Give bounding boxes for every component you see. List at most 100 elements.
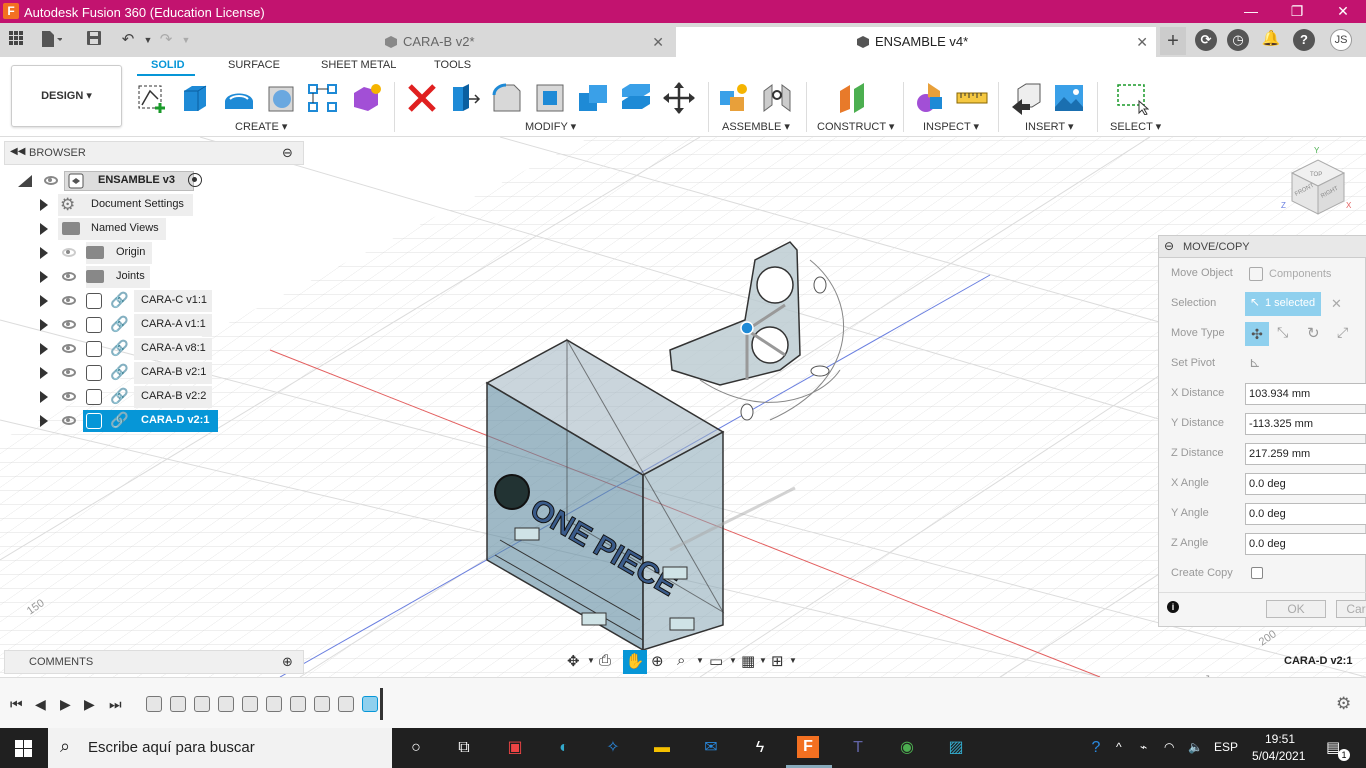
timeline-feature-active[interactable] (362, 696, 378, 712)
browser-root[interactable]: ENSAMBLE v3 (18, 170, 218, 192)
insert-derive-icon[interactable] (1010, 81, 1044, 115)
joint-icon[interactable] (760, 81, 794, 115)
orbit-icon[interactable]: ✥ (567, 652, 580, 670)
workspace-switcher-button[interactable]: DESIGN ▾ (11, 65, 122, 127)
clock-date[interactable]: 5/04/2021 (1252, 749, 1305, 763)
set-pivot-icon[interactable]: ⊾ (1249, 354, 1261, 371)
redo-icon[interactable]: ↷ (156, 30, 176, 50)
minimize-button[interactable]: — (1228, 0, 1274, 23)
language-indicator[interactable]: ESP (1214, 740, 1238, 754)
visibility-eye-icon[interactable] (62, 344, 76, 353)
browser-item-cara-c-v1-1[interactable]: 🔗 CARA-C v1:1 (40, 290, 220, 312)
select-menu[interactable]: SELECT ▾ (1110, 120, 1161, 133)
grid-dropdown-icon[interactable]: ▼ (759, 656, 767, 665)
edge-icon[interactable]: ◐ (552, 736, 576, 760)
redo-dropdown-icon[interactable]: ▼ (176, 30, 196, 50)
task-view-icon[interactable]: ⧉ (452, 736, 476, 760)
insert-canvas-icon[interactable] (1052, 81, 1086, 115)
visibility-eye-icon[interactable] (44, 176, 58, 185)
browser-item-joints[interactable]: Joints (40, 266, 200, 288)
step-forward-icon[interactable]: ▶ (84, 696, 95, 713)
fit-dropdown-icon[interactable]: ▼ (696, 656, 704, 665)
expand-triangle-icon[interactable] (40, 415, 48, 427)
timeline-feature[interactable] (266, 696, 282, 712)
display-dropdown-icon[interactable]: ▼ (729, 656, 737, 665)
undo-dropdown-icon[interactable]: ▼ (138, 30, 158, 50)
new-component-icon[interactable] (716, 81, 750, 115)
expand-triangle-icon[interactable] (40, 199, 48, 211)
windows-start-icon[interactable] (15, 740, 32, 757)
new-tab-button[interactable]: + (1160, 27, 1186, 55)
browser-item-document-settings[interactable]: ⚙ Document Settings (40, 194, 200, 216)
browser-minimize-icon[interactable]: ⊖ (282, 145, 293, 161)
show-hidden-icons-icon[interactable]: ^ (1116, 740, 1122, 754)
visibility-eye-icon[interactable] (62, 296, 76, 305)
info-icon[interactable]: i (1167, 601, 1179, 613)
cortana-icon[interactable]: ○ (404, 736, 428, 760)
visibility-eye-icon[interactable] (62, 272, 76, 281)
restore-button[interactable]: ❐ (1274, 0, 1320, 23)
combine-icon[interactable] (576, 81, 610, 115)
create-form-icon[interactable] (350, 81, 384, 115)
comments-panel-header[interactable]: COMMENTS ⊕ (4, 650, 304, 674)
hidden-eye-icon[interactable] (62, 248, 76, 257)
clear-selection-icon[interactable]: ✕ (1331, 296, 1342, 312)
photos-icon[interactable]: ▨ (944, 736, 968, 760)
play-icon[interactable]: ▶ (60, 696, 71, 713)
browser-item-cara-d-v2-1[interactable]: 🔗 CARA-D v2:1 (40, 410, 220, 432)
browser-item-cara-a-v8-1[interactable]: 🔗 CARA-A v8:1 (40, 338, 220, 360)
y-angle-input[interactable]: 0.0 deg (1245, 503, 1366, 525)
wifi-icon[interactable]: ◠ (1164, 740, 1174, 754)
translate-icon[interactable]: ⤡ (1277, 324, 1288, 341)
pattern-icon[interactable] (306, 81, 340, 115)
visibility-eye-icon[interactable] (62, 320, 76, 329)
browser-item-origin[interactable]: Origin (40, 242, 200, 264)
timeline-feature[interactable] (242, 696, 258, 712)
move-copy-icon[interactable] (662, 81, 696, 115)
viewports-dropdown-icon[interactable]: ▼ (789, 656, 797, 665)
collapse-browser-icon[interactable]: ◀◀ (10, 146, 25, 157)
close-tab-icon[interactable]: ✕ (1136, 27, 1148, 57)
z-distance-input[interactable]: 217.259 mm (1245, 443, 1366, 465)
timeline-marker[interactable] (380, 688, 383, 720)
orbit-dropdown-icon[interactable]: ▼ (587, 656, 595, 665)
notifications-bell-icon[interactable]: 🔔 (1261, 29, 1281, 49)
expand-triangle-icon[interactable] (40, 223, 48, 235)
grid-settings-icon[interactable]: ▦ (741, 652, 755, 670)
timeline-feature[interactable] (146, 696, 162, 712)
volume-icon[interactable]: 🔈 (1188, 740, 1203, 754)
office-icon[interactable]: ▣ (503, 736, 527, 760)
free-move-icon[interactable]: ✣ (1245, 322, 1269, 346)
step-back-icon[interactable]: ◀ (35, 696, 46, 713)
point-to-point-icon[interactable]: ⤢ (1337, 324, 1348, 341)
create-sketch-icon[interactable] (136, 81, 170, 115)
tab-ensamble[interactable]: ENSAMBLE v4* ✕ (676, 27, 1156, 57)
user-avatar[interactable]: JS (1330, 29, 1352, 51)
timeline-feature[interactable] (170, 696, 186, 712)
split-body-icon[interactable] (619, 81, 653, 115)
zoom-icon[interactable]: ⊕ (651, 652, 664, 670)
y-distance-input[interactable]: -113.325 mm (1245, 413, 1366, 435)
help-tray-icon[interactable]: ? (1084, 736, 1108, 760)
fusion-taskbar-icon[interactable]: F (797, 736, 819, 758)
cancel-button[interactable]: Car (1336, 600, 1366, 618)
z-angle-input[interactable]: 0.0 deg (1245, 533, 1366, 555)
pan-icon[interactable]: ✋ (623, 650, 647, 674)
expand-triangle-icon[interactable] (40, 343, 48, 355)
mail-icon[interactable]: ✉ (699, 736, 723, 760)
extensions-icon[interactable]: ⟳ (1195, 29, 1217, 51)
file-explorer-icon[interactable]: ▬ (650, 736, 674, 760)
viewports-icon[interactable]: ⊞ (771, 652, 784, 670)
timeline-settings-gear-icon[interactable]: ⚙ (1336, 694, 1351, 714)
undo-icon[interactable]: ↶ (118, 30, 138, 50)
timeline-feature[interactable] (338, 696, 354, 712)
expand-triangle-icon[interactable] (40, 319, 48, 331)
help-icon[interactable]: ? (1293, 29, 1315, 51)
dialog-header[interactable]: ⊖ MOVE/COPY (1159, 236, 1366, 258)
taskbar-search-box[interactable]: ⌕ Escribe aquí para buscar (48, 728, 392, 768)
tab-cara-b[interactable]: CARA-B v2* ✕ (194, 27, 672, 57)
x-angle-input[interactable]: 0.0 deg (1245, 473, 1366, 495)
tab-sheet-metal[interactable]: SHEET METAL (321, 59, 396, 71)
visibility-eye-icon[interactable] (62, 392, 76, 401)
job-status-icon[interactable]: ◷ (1227, 29, 1249, 51)
